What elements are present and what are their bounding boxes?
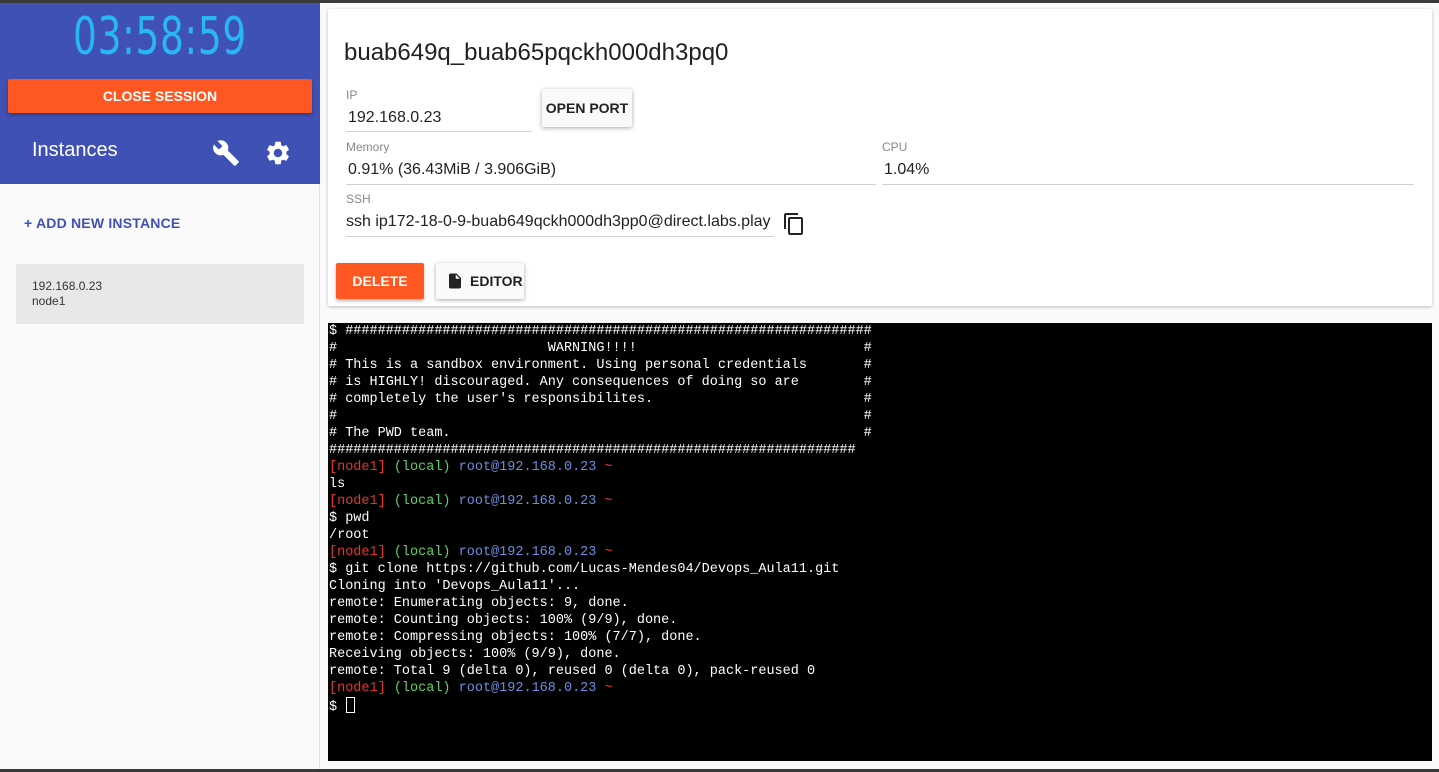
editor-label: EDITOR	[470, 273, 523, 289]
delete-button[interactable]: DELETE	[336, 263, 424, 299]
sidebar: 03:58:59 CLOSE SESSION Instances + ADD N…	[0, 3, 320, 769]
editor-button[interactable]: EDITOR	[436, 263, 524, 299]
terminal-prompt-line: [node1] (local) root@192.168.0.23 ~	[329, 680, 872, 697]
terminal-banner-line: # This is a sandbox environment. Using p…	[329, 357, 872, 374]
terminal-output-line: Receiving objects: 100% (9/9), done.	[329, 646, 872, 663]
banner-text: # is HIGHLY! discouraged. Any consequenc…	[329, 375, 872, 390]
prompt-env: (local)	[393, 494, 451, 509]
output-text: /root	[329, 528, 370, 543]
terminal-banner-line: ########################################…	[329, 442, 872, 459]
copy-icon[interactable]	[782, 212, 806, 236]
banner-text: # completely the user's responsibilites.…	[329, 392, 872, 407]
banner-text: # The PWD team. #	[329, 426, 872, 441]
terminal-output-line: /root	[329, 527, 872, 544]
memory-label: Memory	[346, 140, 390, 154]
instance-hostname: buab649q_buab65pqckh000dh3pq0	[344, 39, 729, 66]
output-text: $ git clone https://github.com/Lucas-Men…	[329, 562, 840, 577]
cpu-underline	[882, 184, 1414, 185]
banner-text: ########################################…	[329, 443, 856, 458]
output-text: remote: Total 9 (delta 0), reused 0 (del…	[329, 664, 816, 679]
prompt-user: root@192.168.0.23	[458, 545, 597, 560]
output-text: remote: Compressing objects: 100% (7/7),…	[329, 630, 702, 645]
terminal-output-line: Cloning into 'Devops_Aula11'...	[329, 578, 872, 595]
terminal-output-line: $ git clone https://github.com/Lucas-Men…	[329, 561, 872, 578]
sidebar-header: 03:58:59 CLOSE SESSION Instances	[0, 3, 320, 184]
terminal-prompt-line: [node1] (local) root@192.168.0.23 ~	[329, 544, 872, 561]
prompt-env: (local)	[393, 545, 451, 560]
session-timer: 03:58:59	[73, 7, 247, 67]
instance-list-item[interactable]: 192.168.0.23 node1	[16, 264, 304, 324]
terminal-output-line: remote: Enumerating objects: 9, done.	[329, 595, 872, 612]
prompt-tilde: ~	[604, 681, 613, 696]
instance-item-name: node1	[32, 294, 66, 308]
output-text: Receiving objects: 100% (9/9), done.	[329, 647, 621, 662]
ssh-label: SSH	[346, 192, 371, 206]
output-text: ls	[329, 477, 346, 492]
add-new-instance-link[interactable]: + ADD NEW INSTANCE	[24, 215, 180, 231]
terminal-input-line: $	[329, 697, 872, 716]
terminal[interactable]: $ ######################################…	[328, 323, 1432, 761]
banner-text: # This is a sandbox environment. Using p…	[329, 358, 872, 373]
prompt-node: [node1]	[329, 494, 386, 509]
close-session-button[interactable]: CLOSE SESSION	[8, 79, 312, 113]
ip-underline	[346, 131, 532, 132]
final-prompt: $	[329, 700, 346, 715]
prompt-user: root@192.168.0.23	[458, 494, 597, 509]
terminal-banner-line: $ ######################################…	[329, 323, 872, 340]
prompt-node: [node1]	[329, 681, 386, 696]
output-text: remote: Enumerating objects: 9, done.	[329, 596, 629, 611]
memory-underline	[346, 184, 876, 185]
terminal-output-line: $ pwd	[329, 510, 872, 527]
terminal-banner-line: # #	[329, 408, 872, 425]
terminal-output-line: remote: Compressing objects: 100% (7/7),…	[329, 629, 872, 646]
terminal-output: $ ######################################…	[329, 323, 872, 716]
prompt-tilde: ~	[604, 545, 613, 560]
banner-text: $ ######################################…	[329, 324, 872, 339]
terminal-output-line: remote: Counting objects: 100% (9/9), do…	[329, 612, 872, 629]
terminal-cursor	[346, 697, 356, 713]
prompt-node: [node1]	[329, 545, 386, 560]
wrench-icon[interactable]	[212, 139, 240, 167]
terminal-banner-line: # WARNING!!!! #	[329, 340, 872, 357]
instances-title: Instances	[32, 139, 118, 161]
prompt-tilde: ~	[604, 460, 613, 475]
gear-icon[interactable]	[264, 139, 292, 167]
file-icon	[449, 273, 461, 289]
ssh-underline	[346, 236, 774, 237]
terminal-output-line: ls	[329, 476, 872, 493]
ip-value[interactable]: 192.168.0.23	[348, 109, 441, 127]
prompt-env: (local)	[393, 681, 451, 696]
prompt-tilde: ~	[604, 494, 613, 509]
banner-text: # WARNING!!!! #	[329, 341, 872, 356]
open-port-button[interactable]: OPEN PORT	[542, 89, 632, 127]
output-text: Cloning into 'Devops_Aula11'...	[329, 579, 581, 594]
output-text: remote: Counting objects: 100% (9/9), do…	[329, 613, 678, 628]
banner-text: # #	[329, 409, 872, 424]
cpu-value[interactable]: 1.04%	[884, 161, 929, 179]
prompt-node: [node1]	[329, 460, 386, 475]
memory-value[interactable]: 0.91% (36.43MiB / 3.906GiB)	[348, 161, 556, 179]
terminal-banner-line: # is HIGHLY! discouraged. Any consequenc…	[329, 374, 872, 391]
output-text: $ pwd	[329, 511, 370, 526]
prompt-user: root@192.168.0.23	[458, 460, 597, 475]
terminal-banner-line: # The PWD team. #	[329, 425, 872, 442]
prompt-env: (local)	[393, 460, 451, 475]
terminal-prompt-line: [node1] (local) root@192.168.0.23 ~	[329, 459, 872, 476]
cpu-label: CPU	[882, 140, 908, 154]
ip-label: IP	[346, 88, 358, 102]
terminal-output-line: remote: Total 9 (delta 0), reused 0 (del…	[329, 663, 872, 680]
ssh-value[interactable]: ssh ip172-18-0-9-buab649qckh000dh3pp0@di…	[346, 213, 774, 231]
prompt-user: root@192.168.0.23	[458, 681, 597, 696]
terminal-prompt-line: [node1] (local) root@192.168.0.23 ~	[329, 493, 872, 510]
terminal-banner-line: # completely the user's responsibilites.…	[329, 391, 872, 408]
instance-item-ip: 192.168.0.23	[32, 279, 103, 293]
instance-info-card: buab649q_buab65pqckh000dh3pq0 IP 192.168…	[328, 9, 1432, 306]
